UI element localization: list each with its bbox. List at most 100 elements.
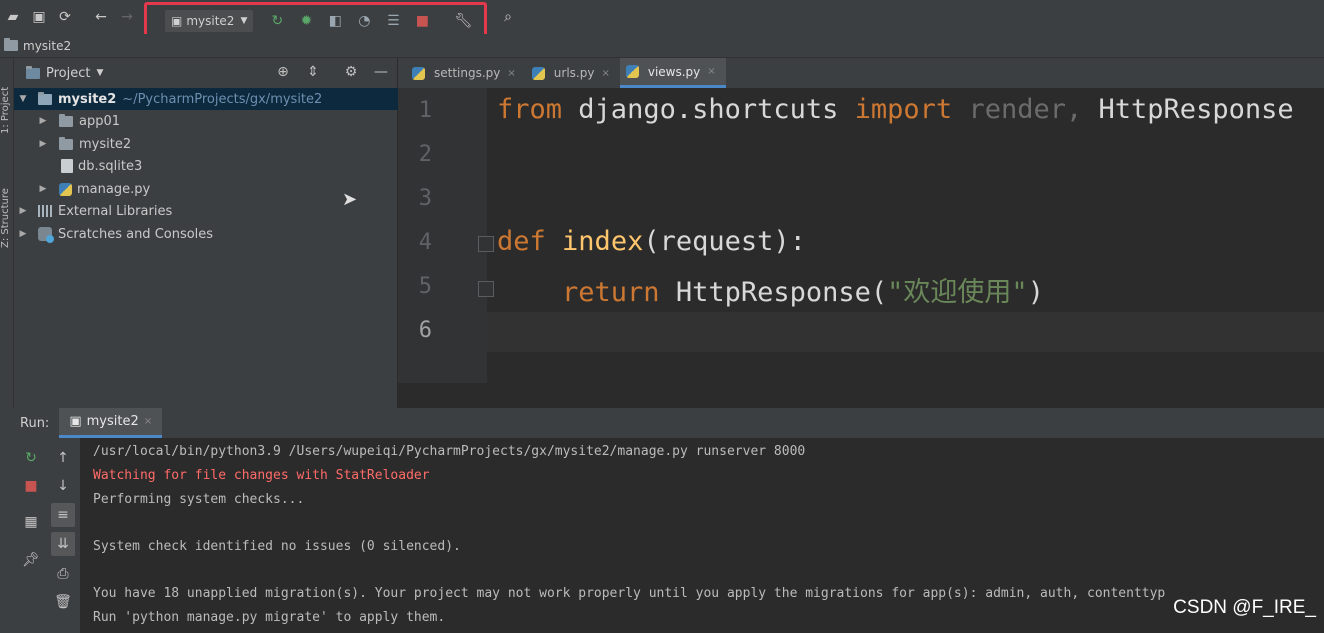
forward-icon[interactable]: → [114, 4, 140, 30]
soft-wrap-icon[interactable]: ≡ [51, 503, 75, 527]
chevron-right-icon[interactable]: ▶ [36, 139, 50, 149]
tree-item-path: ~/PycharmProjects/gx/mysite2 [122, 91, 323, 107]
gear-icon[interactable]: ⚙ [341, 64, 361, 80]
code-unused-import: render, [968, 94, 1083, 125]
run-configuration-select[interactable]: ▣ mysite2 ▼ [165, 10, 254, 32]
line-number: 1 [418, 98, 432, 123]
down-arrow-icon[interactable]: ↓ [51, 474, 75, 498]
run-window-header: Run: ▣ mysite2 × [0, 408, 1324, 438]
console-line: Run 'python manage.py migrate' to apply … [93, 610, 446, 625]
pin-icon[interactable]: 📌︎ [19, 548, 43, 572]
hide-panel-icon[interactable]: — [371, 64, 391, 80]
tree-item-mysite2[interactable]: ▶ mysite2 [14, 133, 398, 155]
fold-marker-icon[interactable] [478, 281, 494, 297]
code-keyword: from [497, 94, 563, 125]
line-number: 4 [418, 230, 432, 255]
save-all-icon[interactable]: ▣ [26, 4, 52, 30]
django-config-icon: ▣ [69, 414, 82, 429]
code-keyword: def [497, 226, 546, 257]
code-line-4: def index(request): [497, 226, 806, 257]
trash-icon[interactable]: 🗑︎ [51, 590, 75, 614]
close-icon[interactable]: × [144, 416, 152, 427]
tree-item-app01[interactable]: ▶ app01 [14, 110, 398, 132]
chevron-down-icon[interactable]: ▼ [96, 68, 103, 78]
up-arrow-icon[interactable]: ↑ [51, 446, 75, 470]
tree-item-root[interactable]: ▼ mysite2 ~/PycharmProjects/gx/mysite2 [14, 88, 398, 110]
concurrency-diagram-icon[interactable]: ☰ [380, 8, 406, 34]
tab-run-mysite2[interactable]: ▣ mysite2 × [59, 408, 163, 438]
tree-item-manage-py[interactable]: ▶ manage.py [14, 178, 398, 200]
fold-marker-icon[interactable] [478, 236, 494, 252]
console-line: /usr/local/bin/python3.9 /Users/wupeiqi/… [93, 444, 806, 459]
open-folder-icon[interactable]: ▰ [0, 4, 26, 30]
code-module: django.shortcuts [578, 94, 839, 125]
tab-label: views.py [647, 64, 701, 79]
project-panel: Project ▼ ⊕ ⇕ ⚙ — ▼ mysite2 ~/PycharmPro… [14, 58, 398, 408]
scratches-icon [38, 227, 54, 243]
scroll-to-end-icon[interactable]: ⇊ [51, 532, 75, 556]
chevron-right-icon[interactable]: ▶ [16, 206, 30, 216]
code-line-1: from django.shortcuts import render, Htt… [497, 94, 1294, 125]
close-icon[interactable]: × [601, 68, 609, 79]
close-icon[interactable]: × [507, 68, 515, 79]
chevron-right-icon[interactable]: ▶ [36, 116, 50, 126]
project-panel-tools: ⊕ ⇕ ⚙ — [273, 64, 391, 80]
search-icon[interactable]: ⌕ [495, 4, 521, 30]
project-view-icon [26, 65, 40, 79]
project-panel-header: Project ▼ ⊕ ⇕ ⚙ — [14, 58, 397, 88]
console-line: Watching for file changes with StatReloa… [93, 468, 430, 483]
tree-item-db-sqlite3[interactable]: db.sqlite3 [14, 155, 398, 177]
close-icon[interactable]: × [707, 66, 715, 77]
wrench-icon[interactable]: 🔧︎ [450, 8, 476, 34]
run-with-coverage-icon[interactable]: ◧ [322, 8, 348, 34]
code-params: (request): [643, 226, 806, 257]
tab-label: settings.py [434, 66, 501, 80]
line-number: 3 [418, 186, 432, 211]
run-window-label: Run: [20, 415, 50, 431]
tree-item-label: manage.py [77, 181, 151, 197]
tab-urls-py[interactable]: urls.py × [526, 58, 620, 88]
tree-item-label: mysite2 [79, 136, 132, 152]
tab-views-py[interactable]: views.py × [619, 58, 726, 88]
python-file-icon [412, 66, 425, 80]
debug-icon[interactable]: ✹ [293, 8, 319, 34]
synchronize-icon[interactable]: ⟳ [52, 4, 78, 30]
tree-item-scratches[interactable]: ▶ Scratches and Consoles [14, 223, 398, 245]
folder-icon [59, 113, 73, 127]
chevron-down-icon[interactable]: ▼ [16, 94, 30, 104]
folder-icon [38, 91, 52, 105]
tree-item-label: mysite2 [58, 91, 117, 107]
collapse-all-icon[interactable]: ⇕ [303, 64, 323, 80]
breadcrumb-project[interactable]: mysite2 [23, 39, 71, 53]
chevron-down-icon: ▼ [240, 16, 248, 26]
stop-icon[interactable]: ■ [409, 8, 435, 34]
project-view-title[interactable]: Project [46, 66, 90, 81]
profile-icon[interactable]: ◔ [351, 8, 377, 34]
rerun-icon[interactable]: ↻ [19, 446, 43, 470]
print-icon[interactable]: ⎙ [51, 562, 75, 586]
stop-icon[interactable]: ■ [19, 474, 43, 498]
editor-empty-area [398, 383, 1324, 408]
back-icon[interactable]: ← [88, 4, 114, 30]
structure-tool-button[interactable]: Z: Structure [0, 168, 14, 248]
code-function-name: index [562, 226, 644, 257]
tree-item-label: db.sqlite3 [78, 158, 143, 174]
rerun-icon[interactable]: ↻ [264, 8, 290, 34]
python-file-icon [625, 65, 639, 78]
python-file-icon [531, 66, 545, 80]
tab-settings-py[interactable]: settings.py × [406, 58, 526, 88]
django-config-icon: ▣ [171, 14, 183, 28]
folder-icon [59, 136, 73, 150]
project-tool-button[interactable]: 1: Project [0, 64, 14, 134]
layout-icon[interactable]: ▦ [19, 510, 43, 534]
line-number: 6 [418, 318, 432, 343]
chevron-right-icon[interactable]: ▶ [36, 184, 50, 194]
locate-file-icon[interactable]: ⊕ [273, 64, 293, 80]
console-line: You have 18 unapplied migration(s). Your… [93, 586, 1166, 601]
tree-item-label: External Libraries [58, 203, 173, 219]
line-number: 2 [418, 142, 432, 167]
tree-item-external-libraries[interactable]: ▶ External Libraries [14, 200, 398, 222]
run-tab-label: mysite2 [86, 414, 139, 429]
chevron-right-icon[interactable]: ▶ [16, 229, 30, 239]
folder-icon [4, 38, 18, 51]
